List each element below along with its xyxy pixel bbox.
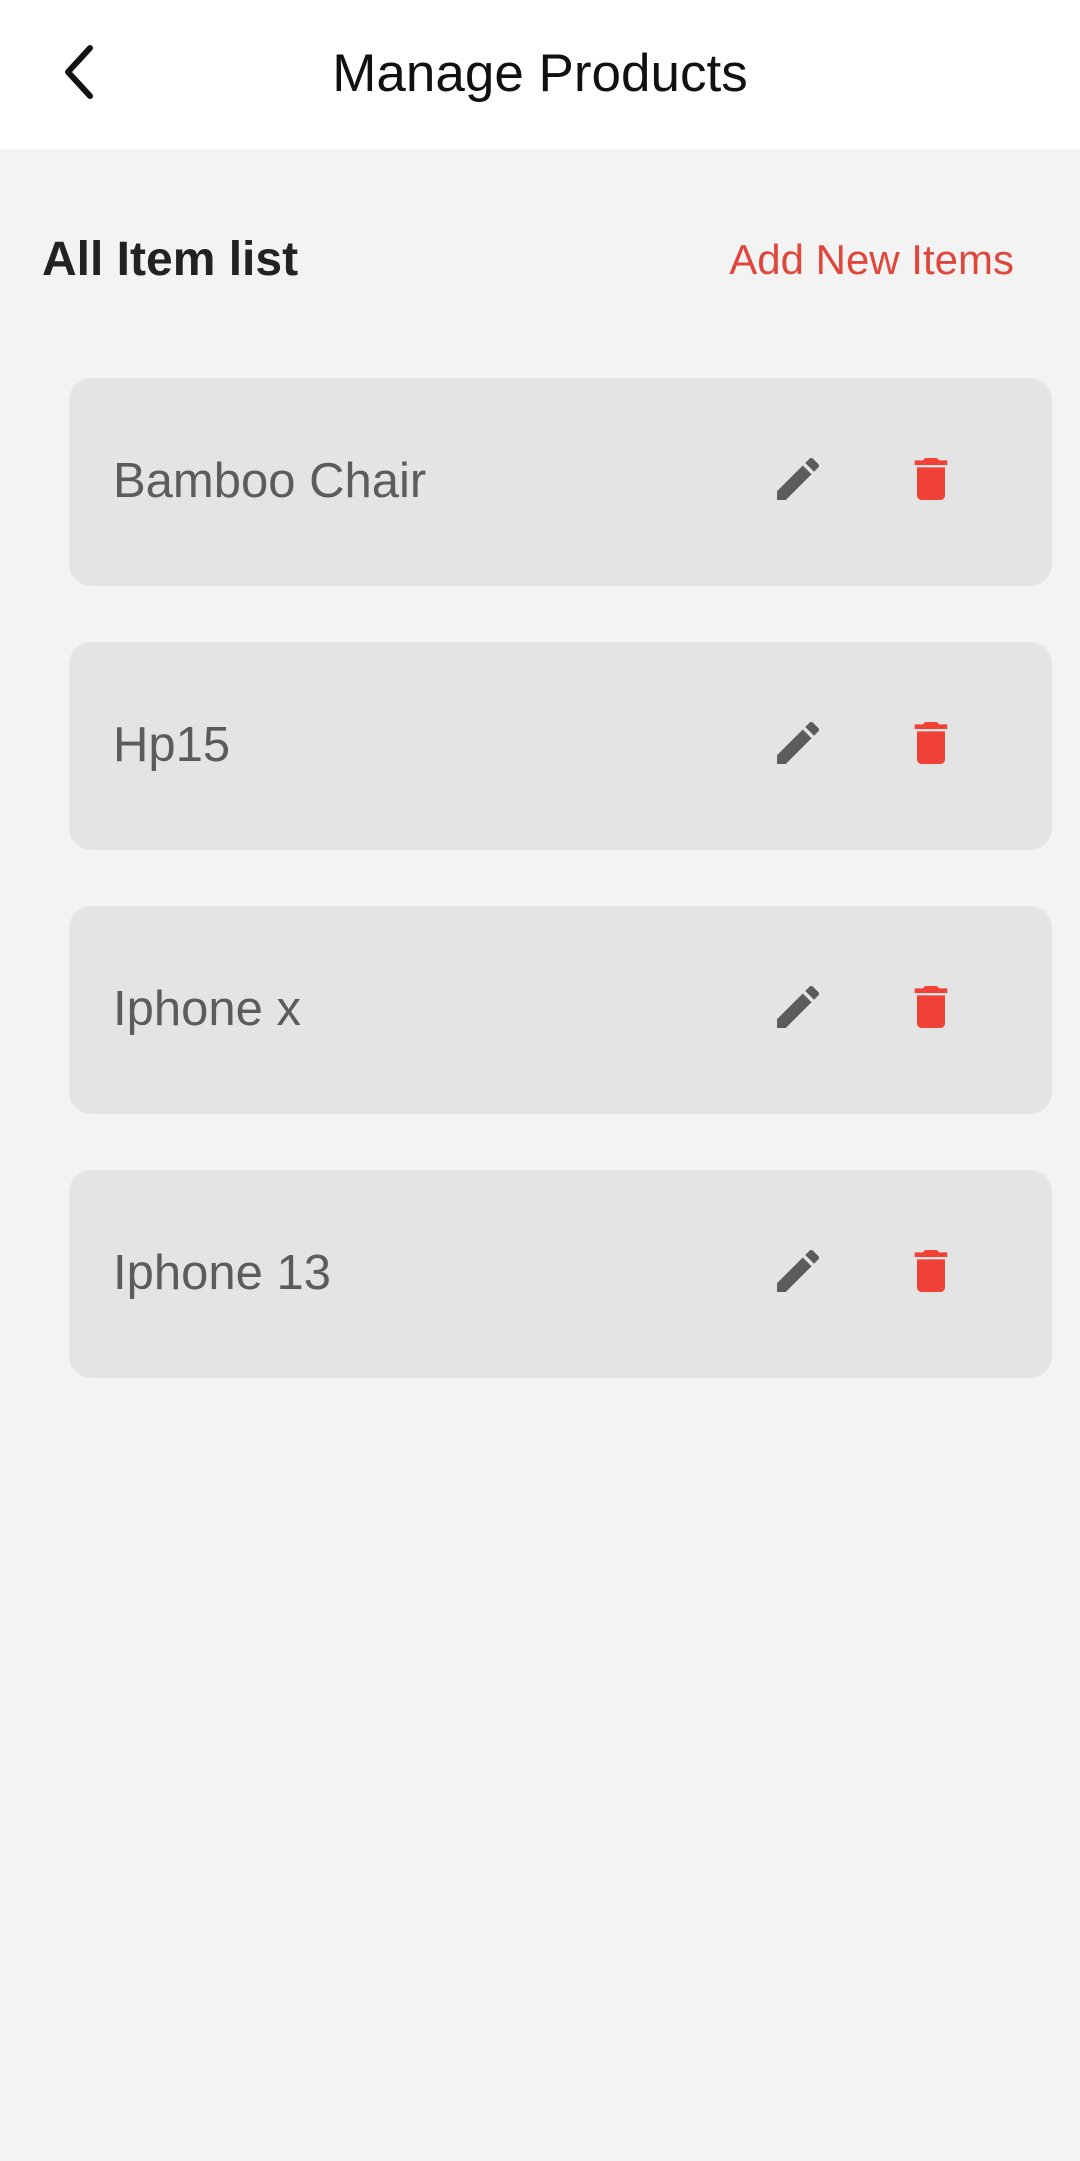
list-item[interactable]: Bamboo Chair <box>69 378 1052 586</box>
list-item[interactable]: Iphone x <box>69 906 1052 1114</box>
edit-button[interactable] <box>765 1240 831 1306</box>
list-item[interactable]: Hp15 <box>69 642 1052 850</box>
pencil-icon <box>770 451 826 512</box>
trash-icon <box>903 451 959 512</box>
delete-button[interactable] <box>898 1240 964 1306</box>
delete-button[interactable] <box>898 448 964 514</box>
trash-icon <box>903 1243 959 1304</box>
pencil-icon <box>770 1243 826 1304</box>
pencil-icon <box>770 979 826 1040</box>
section-header: All Item list Add New Items <box>0 220 1080 300</box>
item-list: Bamboo Chair Hp15 Iphone x Iphone 13 <box>69 378 1052 1434</box>
edit-button[interactable] <box>765 976 831 1042</box>
app-bar: Manage Products <box>0 0 1080 149</box>
edit-button[interactable] <box>765 712 831 778</box>
section-title: All Item list <box>42 233 299 286</box>
item-name: Iphone 13 <box>113 1246 331 1300</box>
trash-icon <box>903 979 959 1040</box>
delete-button[interactable] <box>898 712 964 778</box>
item-name: Hp15 <box>113 718 231 772</box>
trash-icon <box>903 715 959 776</box>
list-item[interactable]: Iphone 13 <box>69 1170 1052 1378</box>
page-title: Manage Products <box>332 44 748 103</box>
pencil-icon <box>770 715 826 776</box>
item-name: Iphone x <box>113 982 301 1036</box>
edit-button[interactable] <box>765 448 831 514</box>
item-name: Bamboo Chair <box>113 454 427 508</box>
add-new-items-link[interactable]: Add New Items <box>729 232 1014 288</box>
delete-button[interactable] <box>898 976 964 1042</box>
